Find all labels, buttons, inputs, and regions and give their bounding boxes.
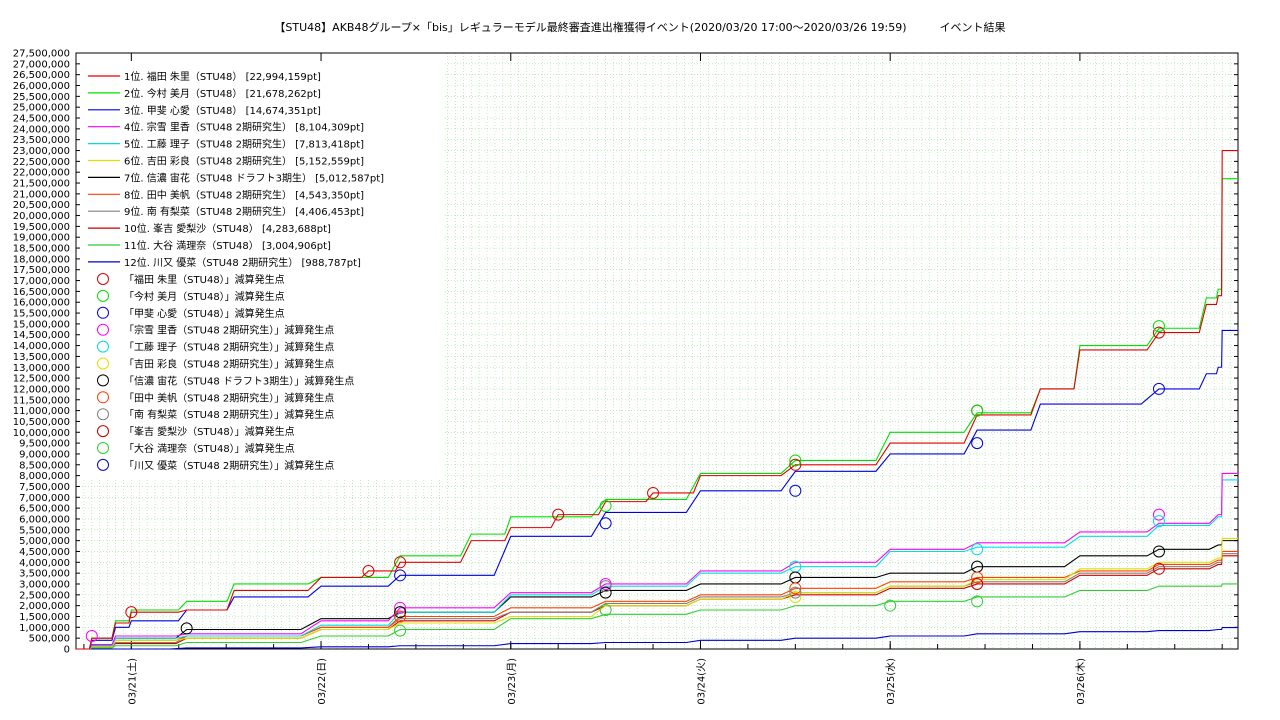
legend-marker-label: 「工藤 理子（STU48 2期研究生）」減算発生点	[124, 341, 334, 354]
legend-marker-label: 「今村 美月（STU48）」減算発生点	[124, 290, 285, 303]
y-tick-label: 20,000,000	[13, 211, 70, 222]
y-tick-label: 12,500,000	[13, 374, 70, 385]
y-tick-label: 4,000,000	[19, 558, 70, 569]
legend-label: 8位. 田中 美帆（STU48 2期研究生） [4,543,350pt]	[124, 188, 364, 201]
y-tick-label: 17,500,000	[13, 265, 70, 276]
legend-label: 10位. 峯吉 愛梨沙（STU48） [4,283,688pt]	[124, 222, 331, 235]
x-tick-label: 03/24(火)	[695, 658, 707, 705]
legend-marker-label: 「宗雪 里香（STU48 2期研究生）」減算発生点	[124, 324, 334, 337]
y-tick-label: 1,500,000	[19, 612, 70, 623]
legend-label: 7位. 信濃 宙花（STU48 ドラフト3期生） [5,012,587pt]	[124, 171, 384, 184]
y-tick-label: 1,000,000	[19, 623, 70, 634]
legend-label: 2位. 今村 美月（STU48） [21,678,262pt]	[124, 87, 321, 100]
legend-label: 5位. 工藤 理子（STU48 2期研究生） [7,813,418pt]	[124, 138, 364, 151]
legend-label: 3位. 甲斐 心愛（STU48） [14,674,351pt]	[124, 104, 321, 117]
line-chart: 0500,0001,000,0001,500,0002,000,0002,500…	[13, 49, 1239, 705]
x-tick-label: 03/26(木)	[1075, 658, 1087, 705]
y-tick-label: 8,000,000	[19, 471, 70, 482]
y-tick-label: 3,500,000	[19, 569, 70, 580]
y-tick-label: 20,500,000	[13, 200, 70, 211]
legend-marker-label: 「信濃 宙花（STU48 ドラフト3期生）」減算発生点	[124, 374, 354, 387]
legend-label: 4位. 宗雪 里香（STU48 2期研究生） [8,104,309pt]	[124, 121, 364, 134]
y-tick-label: 26,000,000	[13, 81, 70, 92]
series-line	[76, 537, 1238, 650]
y-tick-label: 2,500,000	[19, 590, 70, 601]
y-tick-label: 500,000	[29, 634, 70, 645]
y-tick-label: 24,000,000	[13, 124, 70, 135]
legend-marker-label: 「南 有梨菜（STU48 2期研究生）」減算発生点	[124, 408, 334, 421]
y-tick-label: 10,500,000	[13, 417, 70, 428]
series-line	[76, 479, 1238, 650]
y-tick-label: 23,500,000	[13, 135, 70, 146]
y-tick-label: 15,500,000	[13, 309, 70, 320]
legend-label: 6位. 吉田 彩良（STU48 2期研究生） [5,152,559pt]	[124, 155, 364, 168]
y-tick-label: 21,500,000	[13, 179, 70, 190]
y-tick-label: 8,500,000	[19, 460, 70, 471]
y-tick-label: 14,500,000	[13, 330, 70, 341]
y-tick-label: 11,500,000	[13, 395, 70, 406]
y-tick-label: 5,500,000	[19, 525, 70, 536]
y-tick-label: 18,500,000	[13, 244, 70, 255]
y-tick-label: 12,000,000	[13, 384, 70, 395]
y-tick-label: 3,000,000	[19, 579, 70, 590]
legend-label: 12位. 川又 優菜（STU48 2期研究生） [988,787pt]	[124, 256, 361, 269]
y-tick-label: 11,000,000	[13, 406, 70, 417]
y-tick-label: 25,500,000	[13, 92, 70, 103]
y-tick-label: 0	[64, 645, 70, 656]
y-tick-label: 21,000,000	[13, 189, 70, 200]
legend-marker-label: 「峯吉 愛梨沙（STU48）」減算発生点	[124, 425, 295, 438]
y-tick-label: 27,000,000	[13, 59, 70, 70]
y-tick-label: 9,000,000	[19, 449, 70, 460]
y-tick-label: 6,500,000	[19, 504, 70, 515]
y-tick-label: 14,000,000	[13, 341, 70, 352]
legend-marker-label: 「川又 優菜（STU48 2期研究生）」減算発生点	[124, 459, 334, 472]
series-line	[76, 555, 1238, 650]
legend-marker-label: 「甲斐 心愛（STU48）」減算発生点	[124, 307, 285, 320]
legend-marker-label: 「大谷 満理奈（STU48）」減算発生点	[124, 442, 295, 455]
y-tick-label: 26,500,000	[13, 70, 70, 81]
y-tick-label: 6,000,000	[19, 514, 70, 525]
y-tick-label: 13,500,000	[13, 352, 70, 363]
y-tick-label: 18,000,000	[13, 254, 70, 265]
legend-marker-label: 「田中 美帆（STU48 2期研究生）」減算発生点	[124, 391, 334, 404]
y-tick-label: 17,000,000	[13, 276, 70, 287]
y-tick-label: 7,500,000	[19, 482, 70, 493]
y-tick-label: 10,000,000	[13, 428, 70, 439]
x-tick-label: 03/25(水)	[885, 658, 897, 705]
y-tick-label: 2,000,000	[19, 601, 70, 612]
legend-marker-label: 「吉田 彩良（STU48 2期研究生）」減算発生点	[124, 358, 334, 371]
y-tick-label: 9,500,000	[19, 439, 70, 450]
y-tick-label: 16,500,000	[13, 287, 70, 298]
legend-label: 11位. 大谷 満理奈（STU48） [3,004,906pt]	[124, 239, 331, 252]
y-tick-label: 7,000,000	[19, 493, 70, 504]
y-tick-label: 5,000,000	[19, 536, 70, 547]
y-tick-label: 23,000,000	[13, 146, 70, 157]
x-tick-label: 03/23(月)	[506, 658, 518, 705]
y-tick-label: 25,000,000	[13, 103, 70, 114]
legend-marker-label: 「福田 朱里（STU48）」減算発生点	[124, 273, 285, 286]
y-tick-label: 19,000,000	[13, 233, 70, 244]
y-tick-label: 15,000,000	[13, 319, 70, 330]
y-tick-label: 22,500,000	[13, 157, 70, 168]
x-tick-label: 03/22(日)	[317, 658, 328, 705]
y-tick-label: 27,500,000	[13, 49, 70, 60]
y-tick-label: 13,000,000	[13, 363, 70, 374]
x-tick-label: 03/21(土)	[125, 658, 138, 705]
y-tick-label: 4,500,000	[19, 547, 70, 558]
y-tick-label: 22,000,000	[13, 168, 70, 179]
y-tick-label: 24,500,000	[13, 114, 70, 125]
legend-label: 1位. 福田 朱里（STU48） [22,994,159pt]	[124, 70, 321, 83]
y-tick-label: 16,000,000	[13, 298, 70, 309]
legend-label: 9位. 南 有梨菜（STU48 2期研究生） [4,406,453pt]	[124, 205, 364, 218]
y-tick-label: 19,500,000	[13, 222, 70, 233]
